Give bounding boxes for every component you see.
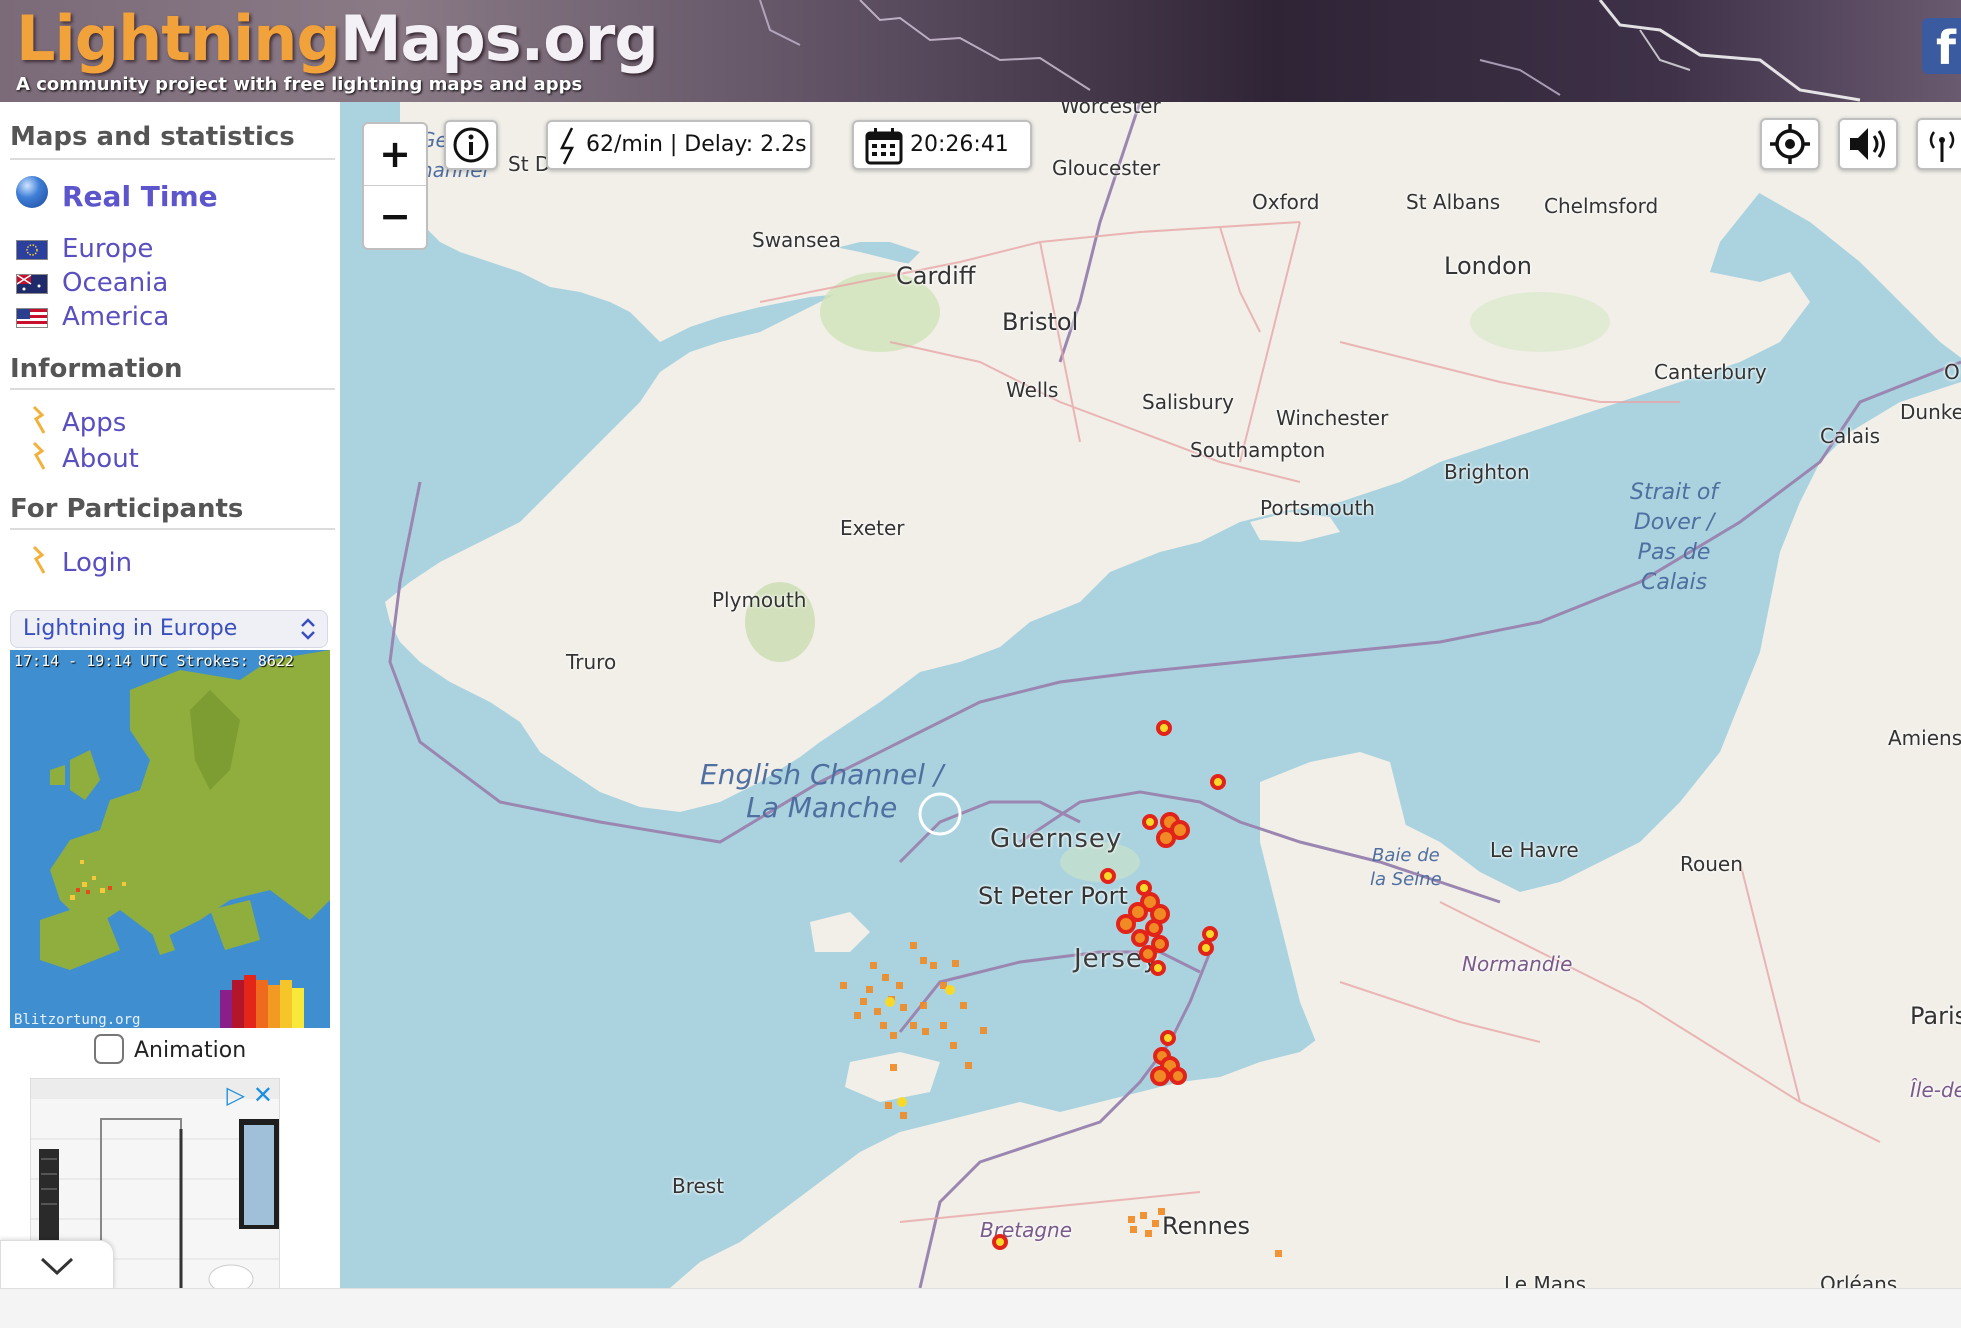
nav-apps[interactable]: Apps bbox=[62, 408, 126, 438]
site-logo-title[interactable]: LightningMaps.org bbox=[16, 2, 659, 76]
nav-oceania[interactable]: Oceania bbox=[62, 268, 168, 298]
globe-icon bbox=[16, 176, 48, 208]
lightning-strikes-layer bbox=[840, 720, 1282, 1257]
target-icon bbox=[1770, 124, 1810, 164]
nav-login[interactable]: Login bbox=[62, 548, 132, 578]
chevron-down-icon bbox=[40, 1257, 74, 1276]
participants-heading: For Participants bbox=[10, 494, 244, 524]
speaker-icon bbox=[1850, 128, 1885, 160]
facebook-icon[interactable]: f bbox=[1922, 18, 1961, 75]
info-icon bbox=[453, 127, 489, 163]
au-flag-icon bbox=[16, 274, 48, 294]
stations-button[interactable] bbox=[1916, 118, 1961, 170]
stroke-rate-text: 62/min | Delay: 2.2s bbox=[586, 132, 807, 157]
mini-map-brand: Blitzortung.org bbox=[14, 1012, 141, 1028]
maps-stats-heading: Maps and statistics bbox=[10, 122, 295, 152]
select-arrows-icon bbox=[301, 618, 315, 640]
europe-thumbnail-graphic bbox=[10, 650, 330, 1028]
site-tagline: A community project with free lightning … bbox=[16, 74, 583, 95]
section-divider bbox=[10, 388, 335, 390]
section-divider bbox=[10, 528, 335, 530]
collapse-panel-button[interactable] bbox=[0, 1240, 114, 1290]
sidebar: Maps and statistics Real Time Europe Oce… bbox=[0, 102, 340, 1290]
calendar-icon bbox=[865, 128, 903, 165]
information-heading: Information bbox=[10, 354, 183, 384]
section-divider bbox=[10, 158, 335, 160]
animation-checkbox[interactable] bbox=[94, 1034, 124, 1064]
nav-america[interactable]: America bbox=[62, 302, 169, 332]
region-select-dropdown[interactable]: Lightning in Europe bbox=[10, 610, 328, 648]
zoom-in-button[interactable]: + bbox=[364, 124, 426, 186]
ad-choices-icon[interactable]: ▷ bbox=[227, 1081, 245, 1109]
nav-about[interactable]: About bbox=[62, 444, 139, 474]
europe-mini-map[interactable]: 17:14 - 19:14 UTC Strokes: 8622 Blitzort… bbox=[10, 650, 330, 1028]
stroke-rate-panel[interactable]: 62/min | Delay: 2.2s bbox=[546, 120, 812, 170]
close-icon[interactable]: ✕ bbox=[253, 1081, 273, 1109]
site-header: LightningMaps.org A community project wi… bbox=[0, 0, 1961, 102]
clock-time: 20:26:41 bbox=[910, 132, 1009, 157]
site-title-part2: Maps.org bbox=[339, 2, 659, 75]
nav-europe[interactable]: Europe bbox=[62, 234, 153, 264]
mini-map-caption: 17:14 - 19:14 UTC Strokes: 8622 bbox=[14, 652, 294, 670]
lightning-bolt-icon bbox=[559, 127, 575, 165]
lightning-bullet-icon bbox=[32, 442, 46, 470]
lightning-map[interactable]: Worcester Gloucester Oxford St Albans Ch… bbox=[340, 102, 1961, 1288]
region-select-value: Lightning in Europe bbox=[23, 616, 238, 641]
clock-panel[interactable]: 20:26:41 bbox=[852, 120, 1032, 170]
zoom-control: + − bbox=[362, 122, 428, 250]
info-button[interactable] bbox=[444, 120, 498, 170]
nav-real-time[interactable]: Real Time bbox=[62, 180, 218, 213]
lightning-bullet-icon bbox=[32, 546, 46, 574]
antenna-icon bbox=[1929, 131, 1955, 162]
bottom-bar bbox=[0, 1288, 1961, 1328]
lightning-bullet-icon bbox=[32, 406, 46, 434]
animation-label: Animation bbox=[134, 1038, 247, 1063]
sound-button[interactable] bbox=[1838, 118, 1898, 170]
site-title-part1: Lightning bbox=[16, 2, 341, 75]
zoom-out-button[interactable]: − bbox=[364, 186, 426, 248]
eu-flag-icon bbox=[16, 240, 48, 260]
us-flag-icon bbox=[16, 308, 48, 328]
locate-button[interactable] bbox=[1760, 118, 1820, 170]
